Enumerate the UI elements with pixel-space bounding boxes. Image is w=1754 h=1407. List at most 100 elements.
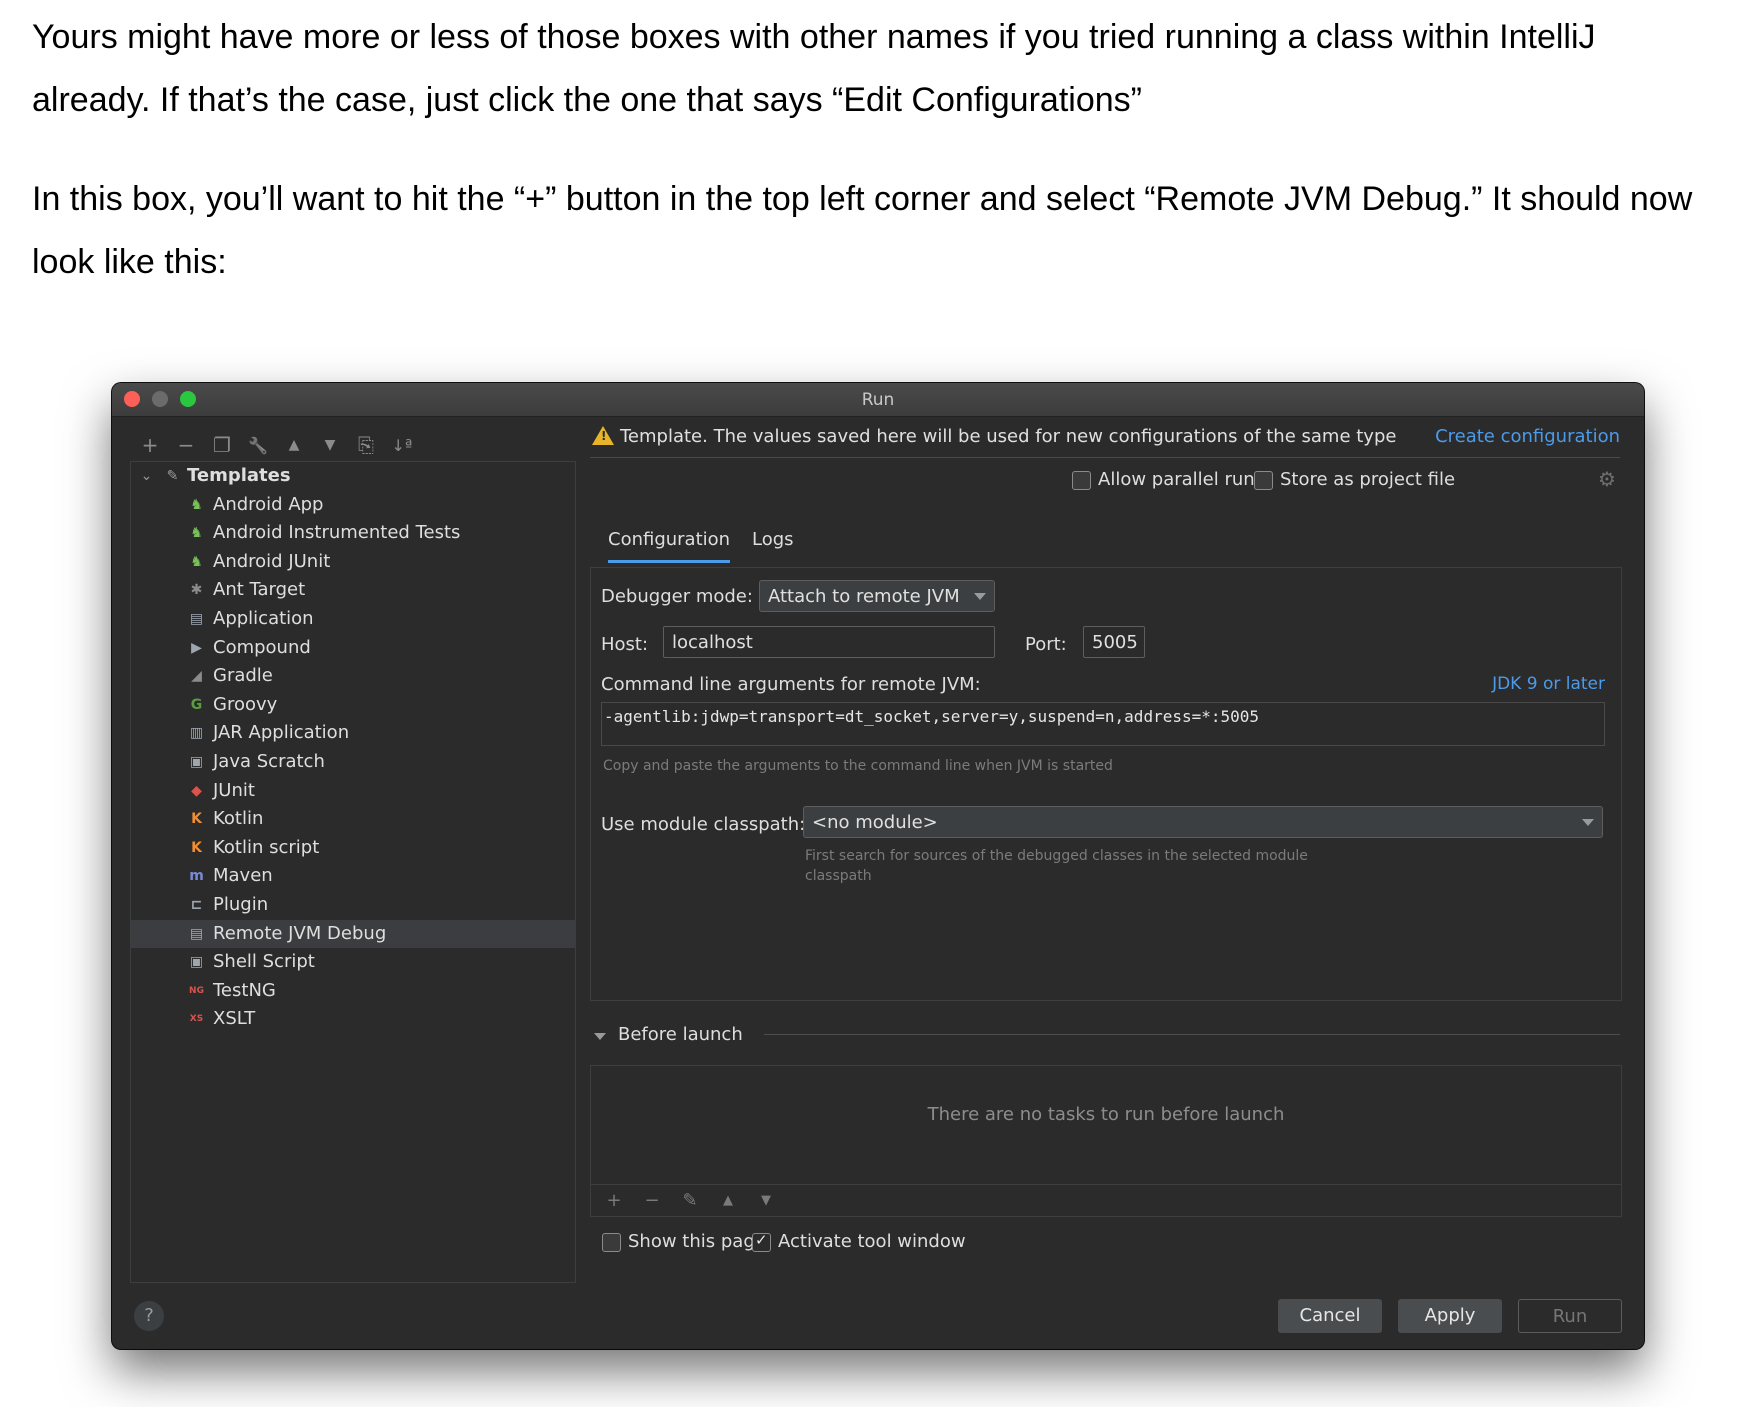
show-page-checkbox[interactable]: [602, 1233, 621, 1252]
groovy-icon: G: [190, 697, 203, 713]
before-launch-panel: There are no tasks to run before launch …: [590, 1065, 1622, 1217]
port-label: Port:: [1025, 634, 1067, 655]
remove-icon[interactable]: −: [170, 431, 202, 459]
remote-debug-icon: ▤: [189, 926, 204, 942]
debugger-mode-label: Debugger mode:: [601, 586, 753, 607]
tree-item[interactable]: K Kotlin script: [131, 834, 575, 862]
jdk-version-select[interactable]: JDK 9 or later: [1492, 674, 1605, 694]
tab-logs[interactable]: Logs: [752, 529, 794, 550]
tree-item[interactable]: ▤ Application: [131, 605, 575, 633]
shell-icon: ▣: [189, 954, 204, 970]
chevron-down-icon: [1582, 819, 1594, 826]
tree-item[interactable]: ▣ Java Scratch: [131, 748, 575, 776]
wrench-icon[interactable]: 🔧: [242, 431, 274, 459]
host-label: Host:: [601, 634, 649, 655]
tree-item[interactable]: ♞ Android JUnit: [131, 548, 575, 576]
apply-button[interactable]: Apply: [1398, 1299, 1502, 1333]
activate-tool-window-checkbox[interactable]: [752, 1231, 771, 1252]
tree-item[interactable]: ▣ Shell Script: [131, 948, 575, 976]
tree-item[interactable]: NG TestNG: [131, 977, 575, 1005]
copy-icon[interactable]: ❐: [206, 431, 238, 459]
tree-item[interactable]: ✱ Ant Target: [131, 576, 575, 604]
remove-task-icon[interactable]: −: [637, 1187, 667, 1215]
add-task-icon[interactable]: +: [599, 1187, 629, 1215]
tree-item[interactable]: ♞ Android Instrumented Tests: [131, 519, 575, 547]
tree-item[interactable]: m Maven: [131, 862, 575, 890]
debugger-mode-select[interactable]: Attach to remote JVM: [759, 580, 995, 612]
activate-tool-window-label: Activate tool window: [778, 1231, 966, 1252]
tree-item[interactable]: K Kotlin: [131, 805, 575, 833]
move-down-icon[interactable]: ▼: [314, 431, 346, 459]
configuration-tree: ⌄ ✎ Templates ♞ Android App ♞ Android Instr…: [130, 461, 576, 1283]
allow-parallel-label: Allow parallel run: [1098, 469, 1255, 490]
port-input[interactable]: 5005: [1083, 626, 1145, 658]
show-page-label: Show this page: [628, 1231, 766, 1252]
tree-item-label: Plugin: [213, 894, 269, 915]
help-icon[interactable]: ?: [134, 1301, 164, 1331]
module-hint-line1: First search for sources of the debugged…: [805, 848, 1308, 864]
tree-item[interactable]: ▥ JAR Application: [131, 719, 575, 747]
move-up-icon[interactable]: ▲: [278, 431, 310, 459]
doc-paragraph-2: In this box, you’ll want to hit the “+” …: [32, 180, 1693, 281]
tree-item-label: Ant Target: [213, 579, 306, 600]
tree-item-label: Android App: [213, 494, 324, 515]
wrench-icon: ✎: [166, 468, 179, 484]
tree-item-label: Android Instrumented Tests: [213, 522, 461, 543]
move-task-up-icon[interactable]: ▲: [713, 1187, 743, 1215]
module-hint-line2: classpath: [805, 868, 872, 884]
tree-item[interactable]: ▤ Remote JVM Debug: [131, 920, 575, 948]
edit-task-icon[interactable]: ✎: [675, 1187, 705, 1215]
tree-item-label: JUnit: [213, 780, 255, 801]
maven-icon: m: [189, 868, 204, 884]
before-launch-toolbar: + − ✎ ▲ ▼: [591, 1184, 1621, 1216]
move-task-down-icon[interactable]: ▼: [751, 1187, 781, 1215]
store-project-checkbox[interactable]: [1254, 471, 1273, 490]
tree-item-label: JAR Application: [213, 722, 350, 743]
tree-item[interactable]: G Groovy: [131, 691, 575, 719]
doc-paragraph-1: Yours might have more or less of those b…: [32, 18, 1596, 119]
debugger-mode-value: Attach to remote JVM: [768, 586, 960, 607]
xslt-icon: XS: [189, 1014, 204, 1024]
tree-item-label: Groovy: [213, 694, 278, 715]
tab-configuration[interactable]: Configuration: [608, 529, 731, 563]
module-classpath-label: Use module classpath:: [601, 814, 806, 835]
tree-item-label: Maven: [213, 865, 273, 886]
allow-parallel-checkbox[interactable]: [1072, 471, 1091, 490]
tree-item-label: TestNG: [213, 980, 276, 1001]
tree-root-templates[interactable]: ⌄ ✎ Templates: [131, 462, 575, 490]
run-button[interactable]: Run: [1518, 1299, 1622, 1333]
gear-icon[interactable]: ⚙: [1598, 467, 1616, 491]
android-junit-icon: ♞: [190, 554, 203, 570]
store-project-label: Store as project file: [1280, 469, 1456, 490]
tree-item[interactable]: ⊏ Plugin: [131, 891, 575, 919]
tree-item[interactable]: ◆ JUnit: [131, 777, 575, 805]
warning-text: Template. The values saved here will be …: [620, 426, 1397, 447]
window-title: Run: [861, 390, 895, 410]
chevron-down-icon[interactable]: ⌄: [137, 467, 156, 486]
tree-item-label: Shell Script: [213, 951, 315, 972]
tree-item[interactable]: ♞ Android App: [131, 491, 575, 519]
tree-root-label: Templates: [187, 465, 291, 486]
tree-item-label: Android JUnit: [213, 551, 331, 572]
cmd-args-field[interactable]: -agentlib:jdwp=transport=dt_socket,serve…: [601, 702, 1605, 746]
sort-icon[interactable]: ↓ª: [386, 431, 418, 459]
cancel-button[interactable]: Cancel: [1278, 1299, 1382, 1333]
android-test-icon: ♞: [190, 525, 203, 541]
host-input[interactable]: localhost: [663, 626, 995, 658]
tree-item-label: Application: [213, 608, 314, 629]
create-configuration-link[interactable]: Create configuration: [1435, 426, 1620, 447]
collapse-before-launch-icon[interactable]: [594, 1033, 606, 1040]
tree-item[interactable]: ▶ Compound: [131, 634, 575, 662]
run-configurations-window: Run + − ❐ 🔧 ▲ ▼ ⎘ ↓ª ⌄ ✎ Templates ♞ Andr…: [112, 383, 1644, 1349]
module-classpath-select[interactable]: <no module>: [803, 806, 1603, 838]
kotlin-script-icon: K: [191, 840, 202, 856]
config-toolbar: + − ❐ 🔧 ▲ ▼ ⎘ ↓ª: [134, 431, 418, 459]
application-icon: ▤: [189, 611, 204, 627]
tree-item[interactable]: XS XSLT: [131, 1005, 575, 1033]
tree-item[interactable]: ◢ Gradle: [131, 662, 575, 690]
before-launch-empty-text: There are no tasks to run before launch: [927, 1104, 1285, 1125]
module-classpath-value: <no module>: [812, 812, 938, 833]
add-icon[interactable]: +: [134, 431, 166, 459]
before-launch-divider: [764, 1034, 1620, 1035]
folder-icon[interactable]: ⎘: [350, 431, 382, 459]
